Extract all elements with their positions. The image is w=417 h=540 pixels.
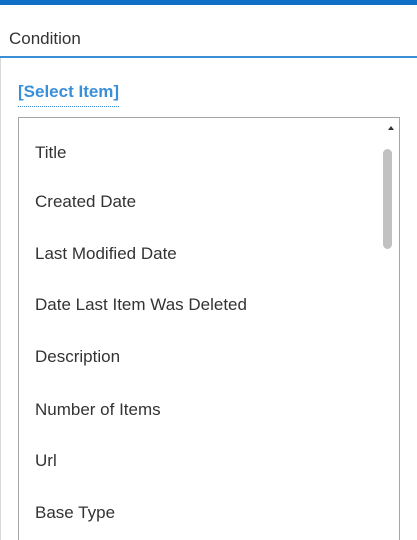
panel-left-border bbox=[0, 58, 1, 540]
section-title: Condition bbox=[9, 29, 81, 48]
list-item-last-modified-date[interactable]: Last Modified Date bbox=[35, 244, 177, 264]
select-item-link[interactable]: [Select Item] bbox=[18, 82, 120, 107]
scrollbar-thumb[interactable] bbox=[383, 149, 392, 249]
list-item-created-date[interactable]: Created Date bbox=[35, 192, 136, 212]
list-item-title[interactable]: Title bbox=[35, 143, 67, 163]
list-item-number-of-items[interactable]: Number of Items bbox=[35, 400, 161, 420]
list-item-description[interactable]: Description bbox=[35, 347, 120, 367]
section-header: Condition bbox=[0, 5, 417, 58]
vertical-scrollbar[interactable] bbox=[382, 118, 399, 540]
list-item-base-type[interactable]: Base Type bbox=[35, 503, 115, 523]
list-item-date-last-item-deleted[interactable]: Date Last Item Was Deleted bbox=[35, 295, 247, 315]
scroll-up-arrow-icon[interactable] bbox=[388, 126, 394, 130]
condition-panel: Condition [Select Item] Title Created Da… bbox=[0, 0, 417, 540]
list-item-url[interactable]: Url bbox=[35, 451, 57, 471]
field-listbox[interactable]: Title Created Date Last Modified Date Da… bbox=[18, 117, 400, 540]
